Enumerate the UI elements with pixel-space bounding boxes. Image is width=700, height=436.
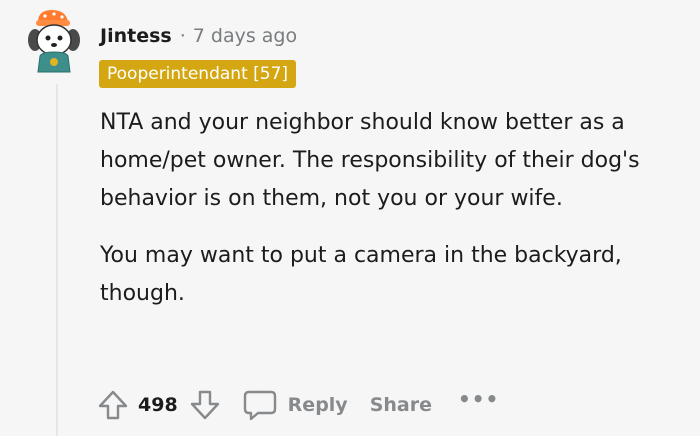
comment-paragraph: NTA and your neighbor should know better… (100, 110, 640, 211)
comment-actions: 498 Reply Share ••• (96, 384, 499, 426)
upvote-button[interactable] (96, 388, 130, 422)
meta-separator: · (179, 25, 186, 47)
user-avatar[interactable] (22, 8, 90, 76)
reply-label: Reply (287, 394, 348, 416)
user-flair: Pooperintendant [57] (99, 60, 297, 88)
more-options-icon[interactable]: ••• (458, 387, 499, 411)
comment-meta: Jintess · 7 days ago (100, 22, 297, 50)
thread-line[interactable] (56, 84, 58, 436)
reply-button[interactable]: Reply (242, 388, 348, 422)
comment-body: NTA and your neighbor should know better… (100, 104, 685, 332)
comment-paragraph: You may want to put a camera in the back… (100, 243, 622, 306)
snoo-dog-avatar-icon (28, 10, 80, 73)
downvote-button[interactable] (188, 388, 222, 422)
downvote-arrow-icon (190, 390, 219, 420)
vote-score: 498 (138, 394, 178, 416)
upvote-arrow-icon (98, 390, 128, 420)
author-name[interactable]: Jintess (100, 25, 172, 47)
speech-bubble-icon (243, 390, 276, 421)
share-button[interactable]: Share (370, 394, 432, 416)
comment-timestamp[interactable]: 7 days ago (193, 25, 297, 47)
